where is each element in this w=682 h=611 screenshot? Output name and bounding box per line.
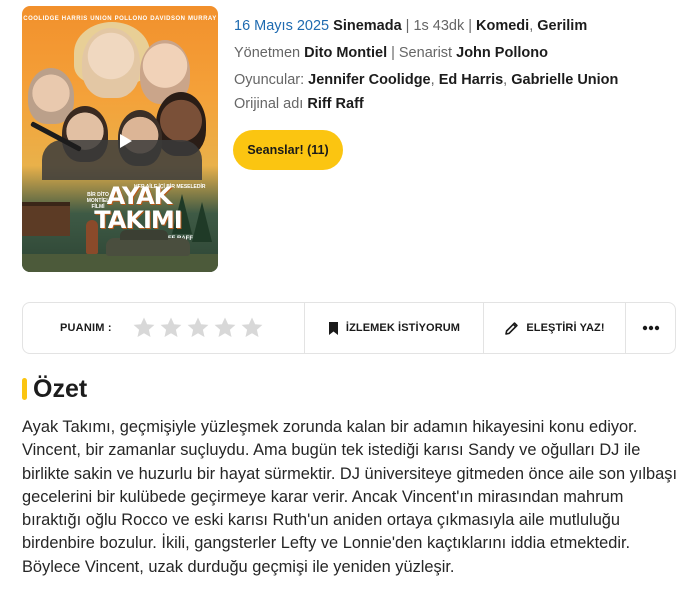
bookmark-icon xyxy=(328,321,338,335)
more-options-button[interactable] xyxy=(626,303,675,353)
cast-row: Oyuncular: Jennifer Coolidge, Ed Harris,… xyxy=(234,70,619,90)
poster-figure xyxy=(86,220,98,254)
movie-details: 16 Mayıs 2025 Sinemada | 1s 43dk | Komedi, G… xyxy=(234,12,674,115)
release-status: Sinemada xyxy=(333,17,402,34)
summary-header: Özet xyxy=(22,374,87,404)
duration: 1s 43dk xyxy=(413,17,465,34)
action-bar: PUANIM : İZLEMEK İSTİYORUM ELEŞTİRİ YAZ! xyxy=(22,302,676,354)
summary-heading: Özet xyxy=(33,374,88,403)
genre-link[interactable]: Gerilim xyxy=(537,16,587,36)
ground-shape xyxy=(22,254,218,272)
cast-link[interactable]: Gabrielle Union xyxy=(511,70,618,90)
poster-title-line2: TAKIMI xyxy=(94,206,182,234)
writer-label: Senarist xyxy=(398,44,453,61)
cast-label: Oyuncular: xyxy=(234,71,305,88)
star-rating[interactable] xyxy=(132,316,264,340)
original-title-row: Orijinal adı Riff Raff xyxy=(234,93,674,115)
pencil-icon xyxy=(505,321,519,335)
poster-credit: HARRIS xyxy=(61,16,88,22)
genre-link[interactable]: Komedi xyxy=(476,16,529,36)
original-title: Riff Raff xyxy=(307,96,364,112)
play-icon[interactable] xyxy=(116,132,134,150)
poster-credit: COOLIDGE xyxy=(23,16,60,22)
accent-bar xyxy=(22,378,27,400)
cast-link[interactable]: Ed Harris xyxy=(439,70,503,90)
summary-text: Ayak Takımı, geçmişiyle yüzleşmek zorund… xyxy=(22,418,678,576)
poster-credit: MURRAY xyxy=(187,16,217,22)
rating-section: PUANIM : xyxy=(23,303,305,353)
star-icon[interactable] xyxy=(159,316,183,340)
star-icon[interactable] xyxy=(132,316,156,340)
write-review-label: ELEŞTİRİ YAZ! xyxy=(526,322,605,334)
director-link[interactable]: Dito Montiel xyxy=(304,43,387,63)
director-label: Yönetmen xyxy=(234,44,301,61)
movie-poster[interactable]: COOLIDGE HARRIS UNION POLLONO DAVIDSON M… xyxy=(22,6,218,272)
crew-row: Yönetmen Dito Montiel | Senarist John Poll… xyxy=(234,39,674,66)
star-icon[interactable] xyxy=(213,316,237,340)
cast-link[interactable]: Jennifer Coolidge xyxy=(308,70,430,90)
poster-credit: DAVIDSON xyxy=(150,16,186,22)
rating-label: PUANIM : xyxy=(60,322,112,334)
separator: | xyxy=(391,44,395,61)
write-review-button[interactable]: ELEŞTİRİ YAZ! xyxy=(484,303,626,353)
poster-credits: COOLIDGE HARRIS UNION POLLONO DAVIDSON M… xyxy=(22,16,218,22)
separator: | xyxy=(405,17,410,34)
release-row: 16 Mayıs 2025 Sinemada | 1s 43dk | Komedi, G… xyxy=(234,16,588,36)
release-date: 16 Mayıs 2025 xyxy=(234,17,330,34)
showtimes-button[interactable]: Seanslar! (11) xyxy=(233,130,343,170)
ellipsis-icon xyxy=(642,325,659,331)
car-shape xyxy=(106,230,190,256)
writer-link[interactable]: John Pollono xyxy=(456,43,548,63)
original-title-label: Orijinal adı xyxy=(234,96,304,112)
watchlist-label: İZLEMEK İSTİYORUM xyxy=(345,322,461,334)
star-icon[interactable] xyxy=(186,316,210,340)
star-icon[interactable] xyxy=(240,316,264,340)
separator: | xyxy=(468,17,473,34)
poster-credit: POLLONO xyxy=(114,16,148,22)
poster-figure xyxy=(82,28,140,98)
watchlist-button[interactable]: İZLEMEK İSTİYORUM xyxy=(305,303,484,353)
